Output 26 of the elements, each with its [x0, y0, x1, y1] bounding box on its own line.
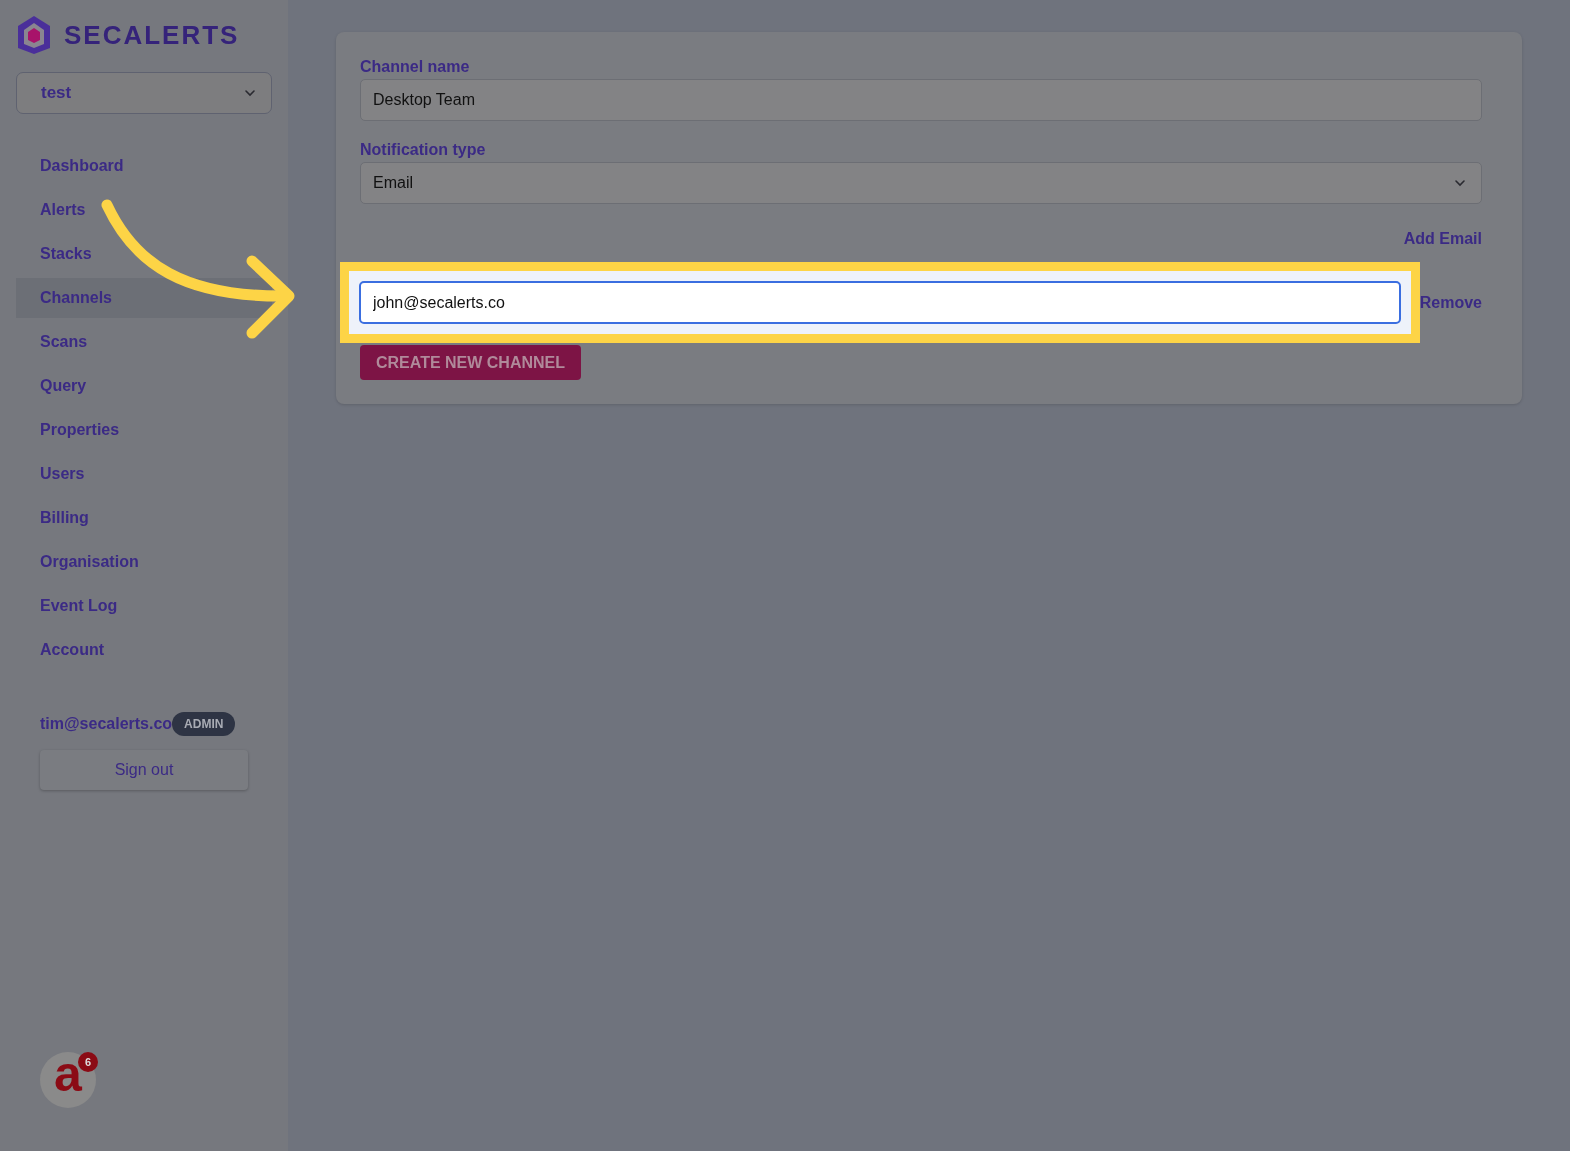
notification-badge: 6 — [78, 1052, 98, 1072]
role-badge: ADMIN — [172, 712, 236, 736]
nav-item[interactable]: Dashboard — [16, 144, 272, 188]
nav-item[interactable]: Billing — [16, 496, 272, 540]
remove-link[interactable]: Remove — [1419, 293, 1482, 312]
nav-item[interactable]: Organisation — [16, 540, 272, 584]
nav-item[interactable]: Users — [16, 452, 272, 496]
notification-type-select[interactable]: Email — [360, 162, 1482, 204]
field-label: Notification type — [360, 141, 487, 159]
email-field[interactable]: john@secalerts.co — [359, 281, 1401, 324]
field-label: Channel name — [360, 58, 471, 76]
nav-item[interactable]: Event Log — [16, 584, 272, 628]
channel-name-field[interactable]: Desktop Team — [360, 79, 1482, 121]
nav-item[interactable]: Scans — [16, 320, 272, 364]
shield-logo-icon — [16, 14, 52, 56]
user-email: tim@secalerts.co — [40, 715, 173, 733]
nav-item[interactable]: Stacks — [16, 232, 272, 276]
add-email-link[interactable]: Add Email — [1403, 230, 1482, 248]
nav-item[interactable]: Properties — [16, 408, 272, 452]
brand-name: SECALERTS — [64, 19, 240, 51]
sign-out-button[interactable]: Sign out — [40, 750, 248, 790]
create-channel-button[interactable]: CREATE NEW CHANNEL — [360, 345, 582, 380]
nav-item[interactable]: Account — [16, 628, 272, 672]
nav-item[interactable]: Query — [16, 364, 272, 408]
nav-item[interactable]: Alerts — [16, 188, 272, 232]
workspace-select[interactable]: test — [16, 72, 272, 114]
